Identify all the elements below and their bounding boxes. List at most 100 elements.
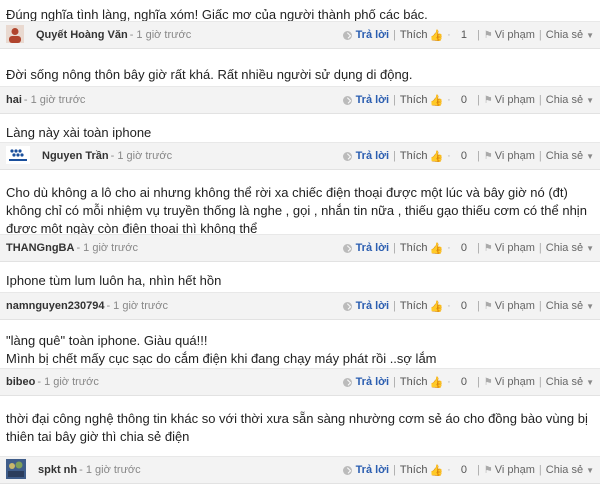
comment-meta-bar: THANGngBA - 1 giờ trước Trả lời | Thích 👍 · 0 | ⚑…	[0, 234, 600, 262]
share-button[interactable]: Chia sẻ ▼	[546, 376, 594, 388]
reply-button[interactable]: Trả lời	[342, 94, 390, 106]
author-block: THANGngBA - 1 giờ trước	[6, 235, 138, 261]
report-label: Vi phạm	[494, 300, 535, 312]
separator: |	[476, 376, 480, 388]
separator: |	[476, 464, 480, 476]
like-label: Thích	[399, 94, 428, 106]
like-button[interactable]: Thích 👍	[400, 29, 443, 42]
like-button[interactable]: Thích 👍	[400, 242, 443, 255]
chevron-down-icon: ▼	[586, 152, 594, 161]
like-count: 0	[460, 242, 467, 254]
report-button[interactable]: ⚑ Vi phạm	[484, 300, 535, 312]
flag-icon: ⚑	[483, 29, 493, 41]
separator: |	[393, 464, 396, 476]
author-link[interactable]: Quyết Hoàng Văn	[36, 29, 128, 41]
share-button[interactable]: Chia sẻ ▼	[546, 300, 594, 312]
share-button[interactable]: Chia sẻ ▼	[546, 150, 594, 162]
comment-meta-bar: Quyết Hoàng Văn - 1 giờ trước Trả lời | Thíc…	[0, 21, 600, 49]
author-link[interactable]: spkt nh	[38, 464, 77, 476]
separator: |	[476, 242, 480, 254]
author-link[interactable]: THANGngBA	[6, 242, 74, 254]
comment-actions: Trả lời | Thích 👍 · 0 | ⚑ Vi phạm | Chia sẻ ▼	[342, 87, 594, 113]
comment-actions: Trả lời | Thích 👍 · 1 | ⚑ Vi phạm | Chia sẻ ▼	[342, 22, 594, 48]
thumbs-up-icon: 👍	[429, 150, 444, 163]
like-button[interactable]: Thích 👍	[400, 464, 443, 477]
separator: ·	[447, 464, 451, 476]
comment-actions: Trả lời | Thích 👍 · 0 | ⚑ Vi phạm | Chia sẻ ▼	[342, 369, 594, 395]
report-button[interactable]: ⚑ Vi phạm	[484, 376, 535, 388]
report-button[interactable]: ⚑ Vi phạm	[484, 464, 535, 476]
share-button[interactable]: Chia sẻ ▼	[546, 464, 594, 476]
like-count: 0	[460, 150, 467, 162]
comment-text: Đời sống nông thôn bây giờ rất khá. Rất …	[6, 67, 413, 82]
reply-button[interactable]: Trả lời	[342, 300, 389, 312]
like-label: Thích	[399, 376, 428, 388]
separator: |	[476, 300, 480, 312]
separator: |	[476, 94, 480, 106]
like-count: 0	[460, 376, 467, 388]
separator: |	[393, 29, 396, 41]
comment-text: Làng này xài toàn iphone	[6, 125, 152, 140]
reply-label: Trả lời	[355, 464, 390, 476]
separator: ·	[447, 376, 451, 388]
share-button[interactable]: Chia sẻ ▼	[546, 29, 594, 41]
like-button[interactable]: Thích 👍	[400, 150, 443, 163]
report-button[interactable]: ⚑ Vi phạm	[484, 94, 535, 106]
report-button[interactable]: ⚑ Vi phạm	[484, 242, 535, 254]
author-link[interactable]: bibeo	[6, 376, 35, 388]
avatar[interactable]	[6, 24, 24, 46]
thumbs-up-icon: 👍	[429, 94, 444, 107]
comment-meta-bar: bibeo - 1 giờ trước Trả lời | Thích 👍 · 0 | ⚑ Vi p…	[0, 368, 600, 396]
reply-button[interactable]: Trả lời	[342, 242, 390, 254]
reply-label: Trả lời	[355, 242, 390, 254]
like-count: 1	[460, 29, 467, 41]
share-button[interactable]: Chia sẻ ▼	[546, 242, 594, 254]
share-label: Chia sẻ	[545, 94, 584, 106]
separator: |	[476, 150, 480, 162]
separator: ·	[447, 29, 451, 41]
reply-button[interactable]: Trả lời	[342, 29, 389, 41]
author-link[interactable]: hai	[6, 94, 22, 106]
reply-label: Trả lời	[355, 94, 390, 106]
share-button[interactable]: Chia sẻ ▼	[546, 94, 594, 106]
thumbs-up-icon: 👍	[429, 376, 444, 389]
flag-icon: ⚑	[483, 464, 493, 476]
report-label: Vi phạm	[494, 464, 535, 476]
like-count: 0	[460, 94, 467, 106]
separator: |	[538, 376, 542, 388]
like-label: Thích	[399, 300, 428, 312]
report-label: Vi phạm	[494, 150, 535, 162]
like-button[interactable]: Thích 👍	[400, 94, 443, 107]
avatar[interactable]	[6, 458, 26, 482]
reply-button[interactable]: Trả lời	[342, 376, 389, 388]
comment-text: Iphone tùm lum luôn ha, nhìn hết hồn	[6, 273, 222, 288]
reply-label: Trả lời	[355, 150, 390, 162]
avatar[interactable]	[6, 145, 30, 167]
separator: |	[393, 150, 396, 162]
author-link[interactable]: Nguyen Trần	[42, 150, 109, 162]
report-button[interactable]: ⚑ Vi phạm	[484, 150, 535, 162]
author-link[interactable]: namnguyen230794	[6, 300, 104, 312]
reply-icon	[342, 151, 352, 161]
reply-button[interactable]: Trả lời	[342, 150, 390, 162]
separator: |	[393, 94, 396, 106]
like-count: 0	[460, 300, 467, 312]
like-label: Thích	[399, 29, 428, 41]
share-label: Chia sẻ	[545, 242, 584, 254]
comment-meta-bar: spkt nh - 1 giờ trước Trả lời | Thích 👍 · 0 | ⚑ Vi…	[0, 456, 600, 484]
comment-actions: Trả lời | Thích 👍 · 0 | ⚑ Vi phạm | Chia sẻ ▼	[342, 143, 594, 169]
like-button[interactable]: Thích 👍	[400, 300, 443, 313]
report-button[interactable]: ⚑ Vi phạm	[484, 29, 535, 41]
like-label: Thích	[399, 242, 428, 254]
author-block: bibeo - 1 giờ trước	[6, 369, 99, 395]
author-block: hai - 1 giờ trước	[6, 87, 85, 113]
separator: ·	[447, 242, 451, 254]
chevron-down-icon: ▼	[586, 378, 594, 387]
comment-text: "làng quê" toàn iphone. Giàu quá!!! Mình…	[6, 333, 437, 366]
separator: |	[393, 242, 396, 254]
comment-time: - 1 giờ trước	[37, 376, 99, 388]
like-button[interactable]: Thích 👍	[400, 376, 443, 389]
comment-time: - 1 giờ trước	[76, 242, 138, 254]
reply-button[interactable]: Trả lời	[342, 464, 390, 476]
comment-time: - 1 giờ trước	[23, 94, 86, 106]
